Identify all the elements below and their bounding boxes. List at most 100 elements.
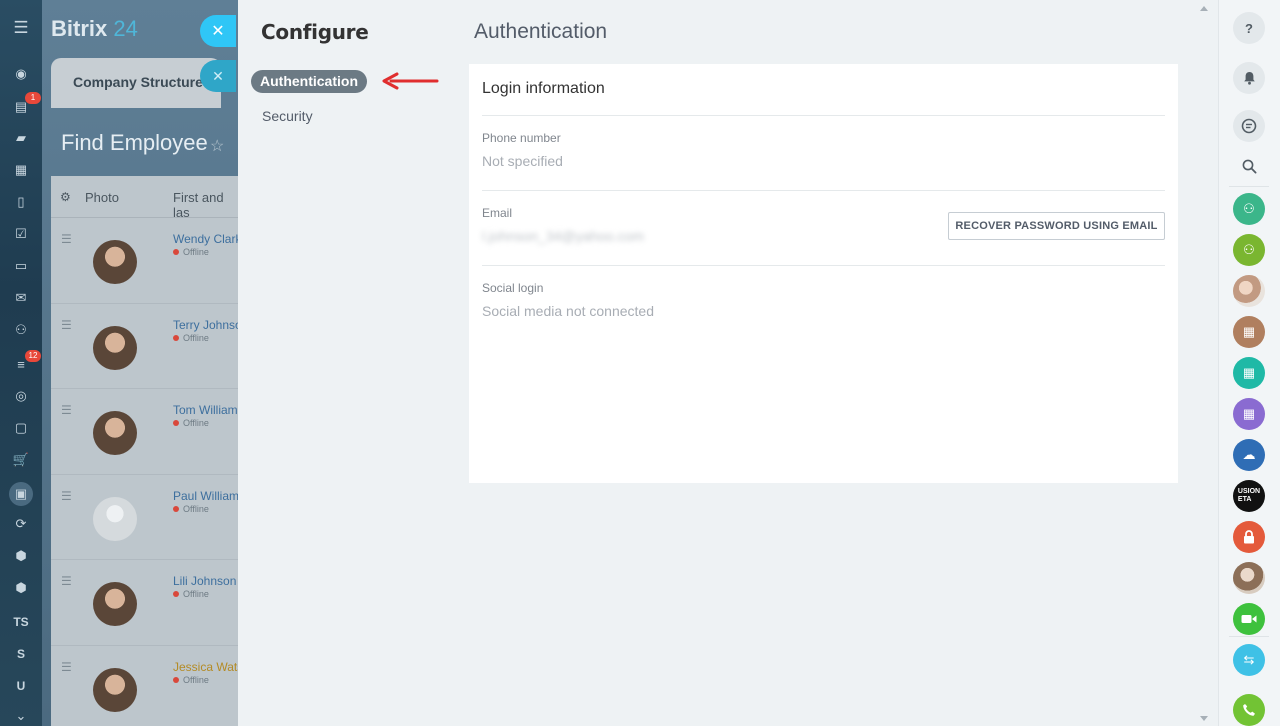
status-offline: Offline [173,504,209,514]
calendar-icon[interactable]: ▦ [1233,357,1265,389]
table-row[interactable]: ☰ Terry Johnso Offline [51,304,242,390]
scroll-down-arrow-icon[interactable] [1200,716,1208,721]
close-icon: ✕ [212,67,224,84]
mail-icon[interactable]: ✉ [11,288,31,308]
close-slider-button-secondary[interactable]: ✕ [200,60,236,92]
settings-gear-icon[interactable]: ⚙ [60,190,71,204]
recover-password-button[interactable]: RECOVER PASSWORD USING EMAIL [948,212,1165,240]
help-icon[interactable]: ? [1233,12,1265,44]
email-label: Email [482,206,513,220]
document-icon[interactable]: ▯ [11,192,31,212]
rail-text-item[interactable]: S [11,644,31,664]
portal-logo: Bitrix 24 [51,16,138,41]
table-row[interactable]: ☰ Jessica Wats Offline [51,646,243,726]
column-name: First and las [173,190,224,220]
chat-icon[interactable]: ▰ [11,128,31,148]
company-structure-tab[interactable]: Company Structure [51,58,221,108]
group-icon[interactable]: ⚇ [1233,193,1265,225]
avatar [93,325,137,370]
drag-handle-icon[interactable]: ☰ [61,489,72,503]
employee-name[interactable]: Wendy Clark [173,232,241,246]
fusion-logo-icon[interactable]: USION ETA [1233,480,1265,512]
table-header: ⚙ Photo First and las [51,176,238,220]
star-icon[interactable]: ☆ [210,136,224,156]
annotation-arrow-icon [382,72,439,90]
status-offline: Offline [173,333,209,343]
employee-name[interactable]: Terry Johnso [173,318,242,332]
video-icon[interactable] [1233,603,1265,635]
sync-icon[interactable]: ⟳ [11,514,31,534]
table-row[interactable]: ☰ Lili Johnson Offline [51,560,238,646]
divider [482,115,1165,116]
card-title: Login information [482,80,605,97]
status-offline: Offline [173,247,209,257]
rail-text-item[interactable]: TS [11,612,31,632]
contact-card-icon[interactable]: ▣ [9,482,33,506]
login-information-card: Login information Phone number Not speci… [469,64,1178,483]
table-row[interactable]: ☰ Paul William Offline [51,475,239,561]
employee-table: ⚙ Photo First and las ☰ Wendy Clark Offl… [51,176,244,726]
right-sidebar: ? ⚇ ⚇ ▦ ▦ ▦ ☁ USION ETA ⇆ [1218,0,1280,726]
avatar [93,582,137,627]
avatar [93,411,137,456]
social-login-label: Social login [482,281,544,295]
table-row[interactable]: ☰ Wendy Clark Offline [51,218,241,304]
phone-icon[interactable] [1233,694,1265,726]
avatar-placeholder [93,496,137,541]
drag-handle-icon[interactable]: ☰ [61,232,72,246]
configure-title: Configure [261,20,369,44]
left-navigation-rail: ☰ ◉ ▤ 1 ▰ ▦ ▯ ☑ ▭ ✉ ⚇ ≡ 12 ◎ ▢ 🛒 ▣ ⟳ ⬢ ⬢… [0,0,42,726]
scroll-up-arrow-icon[interactable] [1200,6,1208,11]
bell-icon[interactable] [1233,62,1265,94]
email-value: l.johnson_34@yahoo.com [482,228,645,244]
box-icon[interactable]: ⬢ [11,578,31,598]
drag-handle-icon[interactable]: ☰ [61,660,72,674]
calendar-icon[interactable]: ▦ [1233,316,1265,348]
divider [482,265,1165,266]
sales-badge: 12 [25,350,41,362]
avatar [93,240,137,284]
phone-label: Phone number [482,131,561,145]
menu-hamburger-icon[interactable]: ☰ [11,18,31,38]
group-icon[interactable]: ⚇ [1233,234,1265,266]
drag-handle-icon[interactable]: ☰ [61,318,72,332]
people-avatar-icon[interactable] [1233,275,1265,307]
status-offline: Offline [173,418,209,428]
separator [1229,636,1269,637]
team-chat-icon[interactable]: ☁ [1233,439,1265,471]
table-row[interactable]: ☰ Tom Williams Offline [51,389,244,475]
employee-name[interactable]: Jessica Wats [173,660,243,674]
chat-icon[interactable] [1233,110,1265,142]
chevron-down-icon[interactable]: ⌄ [11,706,31,726]
phone-transfer-icon[interactable]: ⇆ [1233,644,1265,676]
divider [482,190,1165,191]
crm-icon[interactable]: ◉ [11,64,31,84]
social-login-value: Social media not connected [482,303,654,319]
column-photo: Photo [85,190,119,205]
cart-icon[interactable]: 🛒 [11,450,31,470]
lock-icon[interactable] [1233,521,1265,553]
drive-icon[interactable]: ▭ [11,256,31,276]
search-icon[interactable] [1233,150,1265,182]
menu-item-authentication[interactable]: Authentication [251,70,367,93]
employee-name[interactable]: Paul William [173,489,239,503]
drag-handle-icon[interactable]: ☰ [61,574,72,588]
box-icon[interactable]: ⬢ [11,546,31,566]
separator [1229,186,1269,187]
status-offline: Offline [173,675,209,685]
calendar-icon[interactable]: ▦ [11,160,31,180]
close-slider-button[interactable]: ✕ [200,15,236,47]
employee-name[interactable]: Tom Williams [173,403,244,417]
configure-panel: Configure Authentication Security Authen… [238,0,1218,726]
target-icon[interactable]: ◎ [11,386,31,406]
drag-handle-icon[interactable]: ☰ [61,403,72,417]
find-employee-heading: Find Employee [61,130,208,155]
menu-item-security[interactable]: Security [262,108,313,124]
calendar-icon[interactable]: ▦ [1233,398,1265,430]
employee-name[interactable]: Lili Johnson [173,574,236,588]
user-avatar-icon[interactable] [1233,562,1265,594]
rail-text-item[interactable]: U [11,676,31,696]
tasks-icon[interactable]: ☑ [11,224,31,244]
employees-icon[interactable]: ⚇ [11,320,31,340]
window-icon[interactable]: ▢ [11,418,31,438]
